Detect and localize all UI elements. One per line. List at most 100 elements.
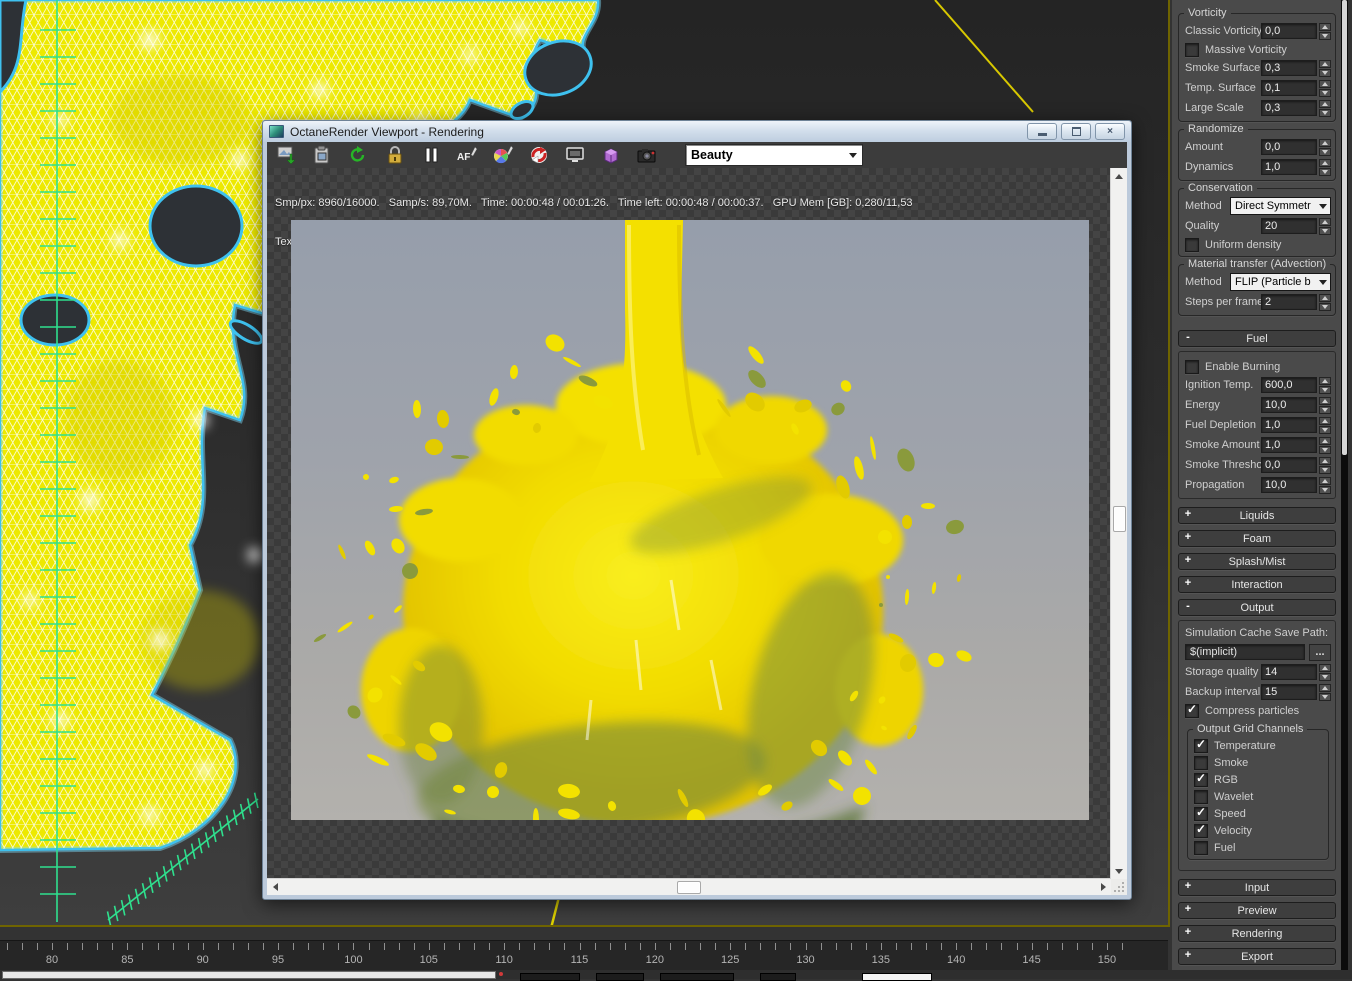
spinner-down-icon[interactable] bbox=[1319, 108, 1331, 117]
spinner-down-icon[interactable] bbox=[1319, 425, 1331, 434]
massive-vorticity-checkbox[interactable] bbox=[1185, 42, 1199, 57]
expand-icon[interactable]: + bbox=[1183, 555, 1193, 566]
scroll-up-icon[interactable] bbox=[1111, 168, 1127, 184]
horizontal-scrollbar[interactable] bbox=[267, 878, 1111, 895]
fuel-checkbox[interactable] bbox=[1194, 840, 1208, 855]
rollup-output[interactable]: - Output bbox=[1178, 599, 1336, 616]
expand-icon[interactable]: + bbox=[1183, 578, 1193, 589]
rollup-rendering[interactable]: + Rendering bbox=[1178, 925, 1336, 942]
temp-surface-field[interactable]: 0,1 bbox=[1261, 80, 1317, 96]
spinner-down-icon[interactable] bbox=[1319, 465, 1331, 474]
expand-icon[interactable]: + bbox=[1183, 950, 1193, 961]
smoke-surface-spinner[interactable] bbox=[1319, 59, 1331, 77]
smoke-threshold-field[interactable]: 0,0 bbox=[1261, 457, 1317, 473]
lock-resolution-icon[interactable] bbox=[383, 144, 406, 166]
spinner-up-icon[interactable] bbox=[1319, 416, 1331, 425]
quality-spinner[interactable] bbox=[1319, 217, 1331, 235]
collapse-icon[interactable]: - bbox=[1183, 601, 1193, 612]
rollup-interaction[interactable]: + Interaction bbox=[1178, 576, 1336, 593]
velocity-checkbox[interactable] bbox=[1194, 822, 1208, 838]
rollup-export[interactable]: + Export bbox=[1178, 948, 1336, 965]
spinner-down-icon[interactable] bbox=[1319, 692, 1331, 701]
expand-icon[interactable]: + bbox=[1183, 881, 1193, 892]
render-viewport[interactable]: Smp/px: 8960/16000. Samp/s: 89,70M. Time… bbox=[267, 168, 1111, 879]
spinner-up-icon[interactable] bbox=[1319, 59, 1331, 68]
method-combo[interactable]: Direct Symmetr bbox=[1230, 197, 1331, 215]
wavelet-checkbox[interactable] bbox=[1194, 789, 1208, 804]
quality-field[interactable]: 20 bbox=[1261, 218, 1317, 234]
storage-quality-field[interactable]: 14 bbox=[1261, 664, 1317, 680]
spinner-up-icon[interactable] bbox=[1319, 456, 1331, 465]
amount-field[interactable]: 0,0 bbox=[1261, 139, 1317, 155]
expand-icon[interactable]: + bbox=[1183, 509, 1193, 520]
classic-vorticity-spinner[interactable] bbox=[1319, 22, 1331, 40]
propagation-field[interactable]: 10,0 bbox=[1261, 477, 1317, 493]
spinner-up-icon[interactable] bbox=[1319, 79, 1331, 88]
temperature-checkbox[interactable] bbox=[1194, 737, 1208, 753]
spinner-up-icon[interactable] bbox=[1319, 683, 1331, 692]
spinner-up-icon[interactable] bbox=[1319, 396, 1331, 405]
spinner-up-icon[interactable] bbox=[1319, 158, 1331, 167]
collapse-icon[interactable]: - bbox=[1183, 332, 1193, 343]
steps-per-frame-field[interactable]: 2 bbox=[1261, 294, 1317, 310]
large-scale-spinner[interactable] bbox=[1319, 99, 1331, 117]
spinner-up-icon[interactable] bbox=[1319, 663, 1331, 672]
rollup-foam[interactable]: + Foam bbox=[1178, 530, 1336, 547]
smoke-amount-spinner[interactable] bbox=[1319, 436, 1331, 454]
restart-render-icon[interactable] bbox=[347, 144, 370, 166]
timeline-ruler[interactable]: 80 85 90 95 100 105 110 115 120 125 130 135 140 145 15… bbox=[0, 940, 1168, 971]
spinner-down-icon[interactable] bbox=[1319, 147, 1331, 156]
rollup-input[interactable]: + Input bbox=[1178, 879, 1336, 896]
octane-titlebar[interactable]: OctaneRender Viewport - Rendering × bbox=[263, 121, 1131, 142]
panel-scroll-thumb[interactable] bbox=[1342, 0, 1347, 455]
spinner-up-icon[interactable] bbox=[1319, 476, 1331, 485]
ignition-temp-field[interactable]: 600,0 bbox=[1261, 377, 1317, 393]
spinner-up-icon[interactable] bbox=[1319, 436, 1331, 445]
storage-quality-spinner[interactable] bbox=[1319, 663, 1331, 681]
classic-vorticity-field[interactable]: 0,0 bbox=[1261, 23, 1317, 39]
spinner-down-icon[interactable] bbox=[1319, 302, 1331, 311]
hscroll-thumb[interactable] bbox=[677, 881, 701, 894]
smoke-checkbox[interactable] bbox=[1194, 755, 1208, 770]
ignition-temp-spinner[interactable] bbox=[1319, 376, 1331, 394]
cache-path-field[interactable]: $(implicit) bbox=[1185, 644, 1305, 660]
method-combo[interactable]: FLIP (Particle b bbox=[1230, 273, 1331, 291]
spinner-up-icon[interactable] bbox=[1319, 217, 1331, 226]
expand-icon[interactable]: + bbox=[1183, 904, 1193, 915]
fuel-depletion-spinner[interactable] bbox=[1319, 416, 1331, 434]
expand-icon[interactable]: + bbox=[1183, 532, 1193, 543]
rollup-preview[interactable]: + Preview bbox=[1178, 902, 1336, 919]
pause-render-icon[interactable] bbox=[419, 144, 442, 166]
render-priority-icon[interactable] bbox=[527, 144, 550, 166]
scroll-right-icon[interactable] bbox=[1095, 879, 1111, 895]
spinner-up-icon[interactable] bbox=[1319, 22, 1331, 31]
spinner-down-icon[interactable] bbox=[1319, 672, 1331, 681]
backup-interval-field[interactable]: 15 bbox=[1261, 684, 1317, 700]
scroll-down-icon[interactable] bbox=[1111, 863, 1127, 879]
rollup-liquids[interactable]: + Liquids bbox=[1178, 507, 1336, 524]
propagation-spinner[interactable] bbox=[1319, 476, 1331, 494]
spinner-up-icon[interactable] bbox=[1319, 293, 1331, 302]
rollup-splash-mist[interactable]: + Splash/Mist bbox=[1178, 553, 1336, 570]
vscroll-thumb[interactable] bbox=[1113, 506, 1126, 532]
fuel-depletion-field[interactable]: 1,0 bbox=[1261, 417, 1317, 433]
browse-button[interactable]: ... bbox=[1309, 643, 1331, 661]
spinner-down-icon[interactable] bbox=[1319, 88, 1331, 97]
spinner-up-icon[interactable] bbox=[1319, 99, 1331, 108]
close-icon[interactable]: × bbox=[1095, 123, 1125, 140]
spinner-up-icon[interactable] bbox=[1319, 376, 1331, 385]
temp-surface-spinner[interactable] bbox=[1319, 79, 1331, 97]
amount-spinner[interactable] bbox=[1319, 138, 1331, 156]
spinner-down-icon[interactable] bbox=[1319, 445, 1331, 454]
spinner-up-icon[interactable] bbox=[1319, 138, 1331, 147]
vertical-scrollbar[interactable] bbox=[1110, 168, 1127, 879]
track-bar[interactable] bbox=[2, 971, 496, 979]
spinner-down-icon[interactable] bbox=[1319, 405, 1331, 414]
steps-per-frame-spinner[interactable] bbox=[1319, 293, 1331, 311]
clay-mode-icon[interactable] bbox=[599, 144, 622, 166]
spinner-down-icon[interactable] bbox=[1319, 167, 1331, 176]
spinner-down-icon[interactable] bbox=[1319, 385, 1331, 394]
rollup-fuel[interactable]: - Fuel bbox=[1178, 330, 1336, 347]
dynamics-spinner[interactable] bbox=[1319, 158, 1331, 176]
spinner-down-icon[interactable] bbox=[1319, 485, 1331, 494]
